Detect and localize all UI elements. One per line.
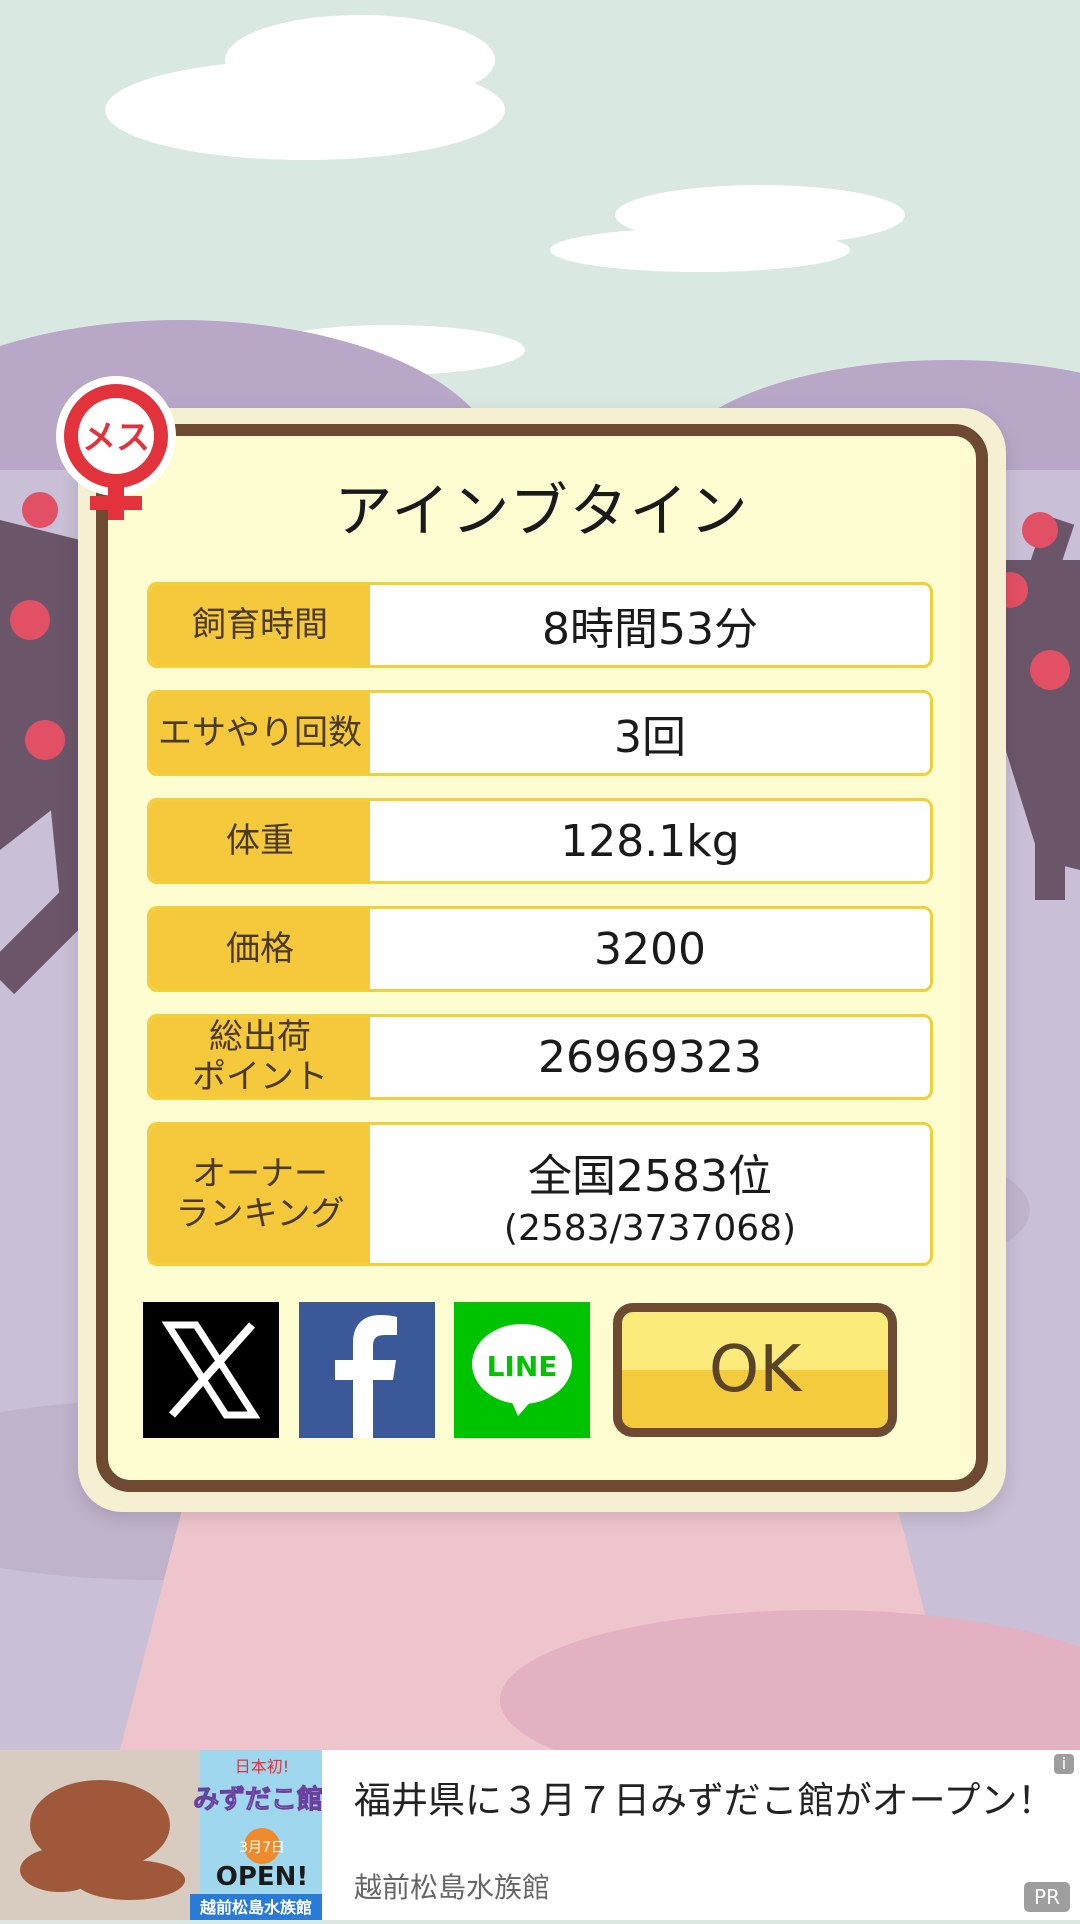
ad-banner[interactable]: 日本初! みずだこ館 3月7日 OPEN! 越前松島水族館 福井県に３月７日みず… xyxy=(0,1750,1080,1920)
svg-text:越前松島水族館: 越前松島水族館 xyxy=(199,1898,312,1917)
stat-value: 128.1kg xyxy=(560,815,740,867)
ad-source: 越前松島水族館 xyxy=(354,1871,551,1904)
svg-text:日本初!: 日本初! xyxy=(235,1757,289,1776)
stat-row-feed-count: エサやり回数 3回 xyxy=(147,690,933,776)
ad-image[interactable]: 日本初! みずだこ館 3月7日 OPEN! 越前松島水族館 xyxy=(0,1750,323,1920)
stat-label: オーナー ランキング xyxy=(150,1125,370,1263)
share-line-button[interactable]: LINE xyxy=(454,1302,590,1438)
stat-label: 飼育時間 xyxy=(150,585,370,665)
stat-value: 全国2583位 (2583/3737068) xyxy=(503,1150,797,1249)
stat-value: 3回 xyxy=(614,712,686,763)
stat-value: 26969323 xyxy=(538,1031,762,1083)
svg-text:OPEN!: OPEN! xyxy=(216,1862,309,1892)
badge-text: メス xyxy=(82,418,150,458)
ad-pr-badge: PR xyxy=(1024,1882,1070,1912)
ranking-detail: (2583/3737068) xyxy=(503,1207,797,1249)
ok-button[interactable]: OK xyxy=(613,1303,897,1437)
stat-row-price: 価格 3200 xyxy=(147,906,933,992)
svg-text:みずだこ館: みずだこ館 xyxy=(193,1784,322,1815)
share-x-button[interactable] xyxy=(143,1302,279,1438)
stat-label: エサやり回数 xyxy=(150,693,370,773)
facebook-logo-icon xyxy=(335,1315,397,1438)
stat-row-weight: 体重 128.1kg xyxy=(147,798,933,884)
stat-label: 体重 xyxy=(150,801,370,881)
animal-name: アインブタイン xyxy=(334,477,750,545)
x-logo-icon xyxy=(161,1321,261,1419)
ad-info-icon[interactable]: i xyxy=(1054,1754,1074,1774)
line-label: LINE xyxy=(487,1350,558,1383)
stat-label: 価格 xyxy=(150,909,370,989)
stat-value: 3200 xyxy=(594,923,706,975)
stat-row-owner-ranking: オーナー ランキング 全国2583位 (2583/3737068) xyxy=(147,1122,933,1266)
stat-row-feeding-time: 飼育時間 8時間53分 xyxy=(147,582,933,668)
stat-row-total-points: 総出荷 ポイント 26969323 xyxy=(147,1014,933,1100)
svg-text:3月7日: 3月7日 xyxy=(239,1840,285,1856)
ad-headline[interactable]: 福井県に３月７日みずだこ館がオープン！ xyxy=(354,1770,1054,1824)
line-logo-icon: LINE xyxy=(472,1324,572,1416)
share-facebook-button[interactable] xyxy=(299,1302,435,1438)
stat-value: 8時間53分 xyxy=(542,604,758,655)
stat-label: 総出荷 ポイント xyxy=(150,1017,370,1097)
